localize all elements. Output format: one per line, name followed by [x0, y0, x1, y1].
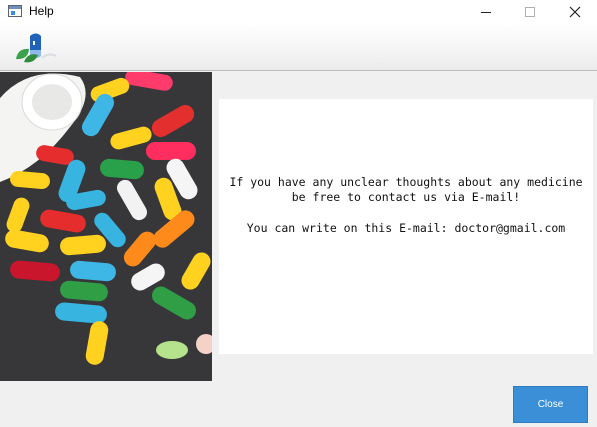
pills-photo [0, 72, 212, 381]
pills-illustration [0, 72, 212, 381]
close-button[interactable]: Close [513, 386, 588, 423]
pharmacy-logo-icon [16, 33, 57, 63]
window-icon [8, 5, 22, 17]
maximize-icon [525, 7, 535, 17]
message-line: If you have any unclear thoughts about a… [229, 175, 583, 189]
window-title: Help [29, 4, 54, 18]
toolbar [0, 24, 597, 71]
contact-email-line: You can write on this E-mail: doctor@gma… [246, 221, 566, 235]
minimize-button[interactable] [463, 0, 509, 24]
help-message: If you have any unclear thoughts about a… [219, 175, 593, 236]
maximize-button[interactable] [507, 0, 553, 24]
window-close-button[interactable] [552, 0, 597, 24]
title-bar: Help [0, 0, 597, 24]
message-panel: If you have any unclear thoughts about a… [219, 99, 593, 354]
close-icon [569, 6, 581, 18]
message-line: be free to contact us via E-mail! [291, 190, 521, 204]
minimize-icon [481, 11, 491, 13]
